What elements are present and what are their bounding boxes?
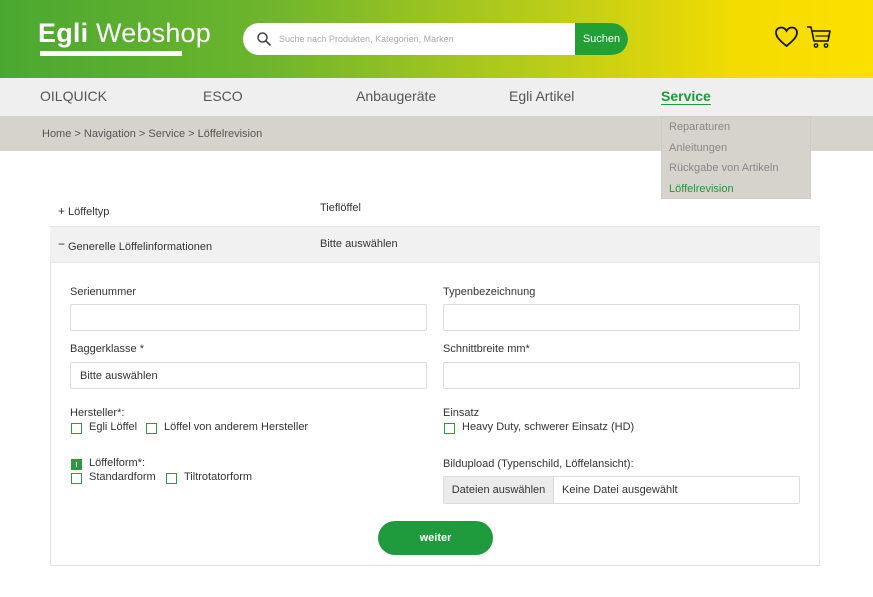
choose-files-button[interactable]: Dateien auswählen bbox=[444, 477, 554, 503]
nav-item-oilquick[interactable]: OILQUICK bbox=[40, 88, 107, 104]
main-nav: OILQUICK ESCO Anbaugeräte Egli Artikel S… bbox=[0, 78, 873, 116]
checkbox-egli-loeffel[interactable] bbox=[71, 423, 82, 434]
upload-label: Bildupload (Typenschild, Löffelansicht): bbox=[443, 458, 634, 470]
class-select-value: Bitte auswählen bbox=[80, 370, 158, 382]
checkbox-heavy-duty[interactable] bbox=[444, 423, 455, 434]
logo-underline bbox=[40, 51, 182, 56]
checkbox-tiltrotatorform[interactable] bbox=[166, 473, 177, 484]
search-button[interactable]: Suchen bbox=[575, 23, 628, 55]
accordion-generelle-info[interactable]: − Generelle Löffelinformationen Bitte au… bbox=[50, 226, 820, 262]
search-icon[interactable] bbox=[256, 31, 272, 47]
class-label: Baggerklasse * bbox=[70, 343, 144, 355]
checkbox-anderer-hersteller[interactable] bbox=[146, 423, 157, 434]
class-select[interactable]: Bitte auswählen bbox=[70, 362, 427, 389]
shape-label: Löffelform*: bbox=[89, 457, 146, 469]
upload-status: Keine Datei ausgewählt bbox=[562, 484, 678, 496]
manufacturer-label: Hersteller*: bbox=[70, 407, 125, 419]
search-input[interactable] bbox=[279, 23, 569, 55]
dropdown-item-anleitungen[interactable]: Anleitungen bbox=[669, 142, 727, 154]
accordion-label: Generelle Löffelinformationen bbox=[68, 241, 213, 253]
file-upload: Dateien auswählen Keine Datei ausgewählt bbox=[443, 476, 800, 504]
header: Egli Webshop Suche n bbox=[0, 0, 873, 78]
checkbox-standardform[interactable] bbox=[71, 473, 82, 484]
dropdown-item-reparaturen[interactable]: Reparaturen bbox=[669, 121, 730, 133]
nav-item-anbaugeraete[interactable]: Anbaugeräte bbox=[356, 88, 436, 104]
search-bar: Suche n bbox=[243, 23, 628, 55]
width-input[interactable] bbox=[443, 362, 800, 389]
nav-item-egli-artikel[interactable]: Egli Artikel bbox=[509, 88, 574, 104]
expand-icon: + bbox=[58, 204, 66, 218]
nav-item-service[interactable]: Service bbox=[661, 88, 711, 104]
service-dropdown: Reparaturen Anleitungen Rückgabe von Art… bbox=[661, 116, 811, 199]
checkbox-label: Egli Löffel bbox=[89, 421, 138, 433]
form-panel: Serienummer Typenbezeichnung Baggerklass… bbox=[50, 262, 820, 566]
collapse-icon: − bbox=[58, 237, 66, 251]
checkbox-label: Tiltrotatorform bbox=[184, 471, 253, 483]
checkbox-label: Löffel von anderem Hersteller bbox=[164, 421, 309, 433]
usage-label: Einsatz bbox=[443, 407, 480, 419]
accordion-loeffeltyp[interactable]: + Löffeltyp Tieflöffel bbox=[50, 192, 820, 228]
logo[interactable]: Egli Webshop bbox=[38, 18, 211, 56]
weiter-button[interactable]: weiter bbox=[378, 521, 493, 555]
type-label: Typenbezeichnung bbox=[443, 286, 536, 298]
nav-item-esco[interactable]: ESCO bbox=[203, 88, 243, 104]
checkbox-label: Heavy Duty, schwerer Einsatz (HD) bbox=[462, 421, 635, 433]
checkbox-label: Standardform bbox=[89, 471, 156, 483]
accordion-value: Bitte auswählen bbox=[320, 238, 398, 250]
checkbox-loeffelform[interactable] bbox=[71, 459, 82, 470]
logo-bold: Egli bbox=[38, 18, 89, 48]
serial-input[interactable] bbox=[70, 304, 427, 331]
cart-icon[interactable] bbox=[806, 24, 832, 50]
type-input[interactable] bbox=[443, 304, 800, 331]
accordion-label: Löffeltyp bbox=[68, 206, 110, 218]
breadcrumb[interactable]: Home > Navigation > Service > Löffelrevi… bbox=[42, 128, 262, 140]
logo-text: Egli Webshop bbox=[38, 18, 211, 48]
accordion-value: Tieflöffel bbox=[320, 202, 361, 214]
heart-icon[interactable] bbox=[774, 25, 799, 49]
dropdown-item-rueckgabe[interactable]: Rückgabe von Artikeln bbox=[669, 162, 778, 174]
logo-light: Webshop bbox=[88, 18, 211, 48]
width-label: Schnittbreite mm* bbox=[443, 343, 530, 355]
serial-label: Serienummer bbox=[70, 286, 137, 298]
